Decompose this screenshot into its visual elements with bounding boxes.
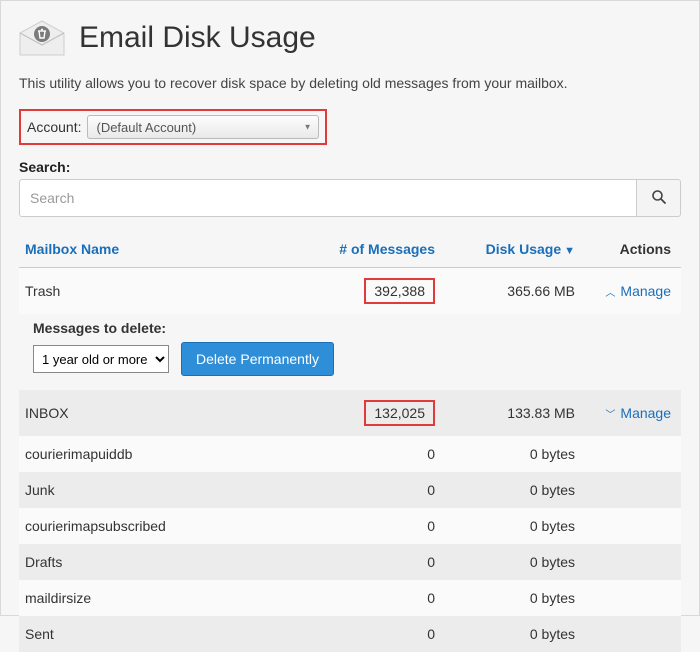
table-header: Mailbox Name # of Messages Disk Usage▼ A… <box>19 233 681 268</box>
cell-disk-usage: 0 bytes <box>435 518 575 534</box>
cell-mailbox-name: courierimapuiddb <box>25 446 315 462</box>
cell-disk-usage: 0 bytes <box>435 626 575 642</box>
account-selector-row: Account: (Default Account) ▼ <box>19 109 327 145</box>
chevron-down-icon: ﹀ <box>605 406 615 421</box>
col-actions: Actions <box>575 241 675 257</box>
cell-actions: ﹀ Manage <box>575 405 675 422</box>
account-label: Account: <box>27 119 81 135</box>
cell-messages: 0 <box>315 482 435 498</box>
cell-messages: 0 <box>315 518 435 534</box>
col-mailbox-name[interactable]: Mailbox Name <box>25 241 315 257</box>
col-disk-usage[interactable]: Disk Usage▼ <box>435 241 575 257</box>
cell-disk-usage: 133.83 MB <box>435 405 575 421</box>
cell-messages: 0 <box>315 590 435 606</box>
cell-disk-usage: 365.66 MB <box>435 283 575 299</box>
cell-disk-usage: 0 bytes <box>435 554 575 570</box>
chevron-down-icon: ▼ <box>304 123 312 132</box>
table-row: courierimapuiddb00 bytes <box>19 436 681 472</box>
cell-mailbox-name: Junk <box>25 482 315 498</box>
table-row: courierimapsubscribed00 bytes <box>19 508 681 544</box>
account-select[interactable]: (Default Account) ▼ <box>87 115 319 139</box>
cell-messages: 0 <box>315 626 435 642</box>
delete-panel: Messages to delete: 1 year old or more Del… <box>19 314 681 390</box>
cell-mailbox-name: Drafts <box>25 554 315 570</box>
manage-label: Manage <box>620 405 671 421</box>
envelope-trash-icon <box>19 19 65 57</box>
search-input[interactable] <box>19 179 637 217</box>
table-row: INBOX 132,025133.83 MB ﹀ Manage <box>19 390 681 436</box>
col-messages[interactable]: # of Messages <box>315 241 435 257</box>
sort-indicator-icon: ▼ <box>564 245 575 257</box>
delete-panel-label: Messages to delete: <box>33 320 675 336</box>
manage-link[interactable]: ﹀ Manage <box>575 405 671 421</box>
delete-permanently-button[interactable]: Delete Permanently <box>181 342 334 376</box>
cell-mailbox-name: maildirsize <box>25 590 315 606</box>
search-button[interactable] <box>637 179 681 217</box>
table-row: Drafts00 bytes <box>19 544 681 580</box>
manage-link[interactable]: ︿ Manage <box>575 283 671 299</box>
cell-messages: 0 <box>315 446 435 462</box>
intro-text: This utility allows you to recover disk … <box>19 75 681 91</box>
cell-mailbox-name: Trash <box>25 283 315 299</box>
table-row: Junk00 bytes <box>19 472 681 508</box>
mailbox-table: Mailbox Name # of Messages Disk Usage▼ A… <box>19 233 681 652</box>
cell-mailbox-name: INBOX <box>25 405 315 421</box>
search-row <box>19 179 681 217</box>
cell-disk-usage: 0 bytes <box>435 482 575 498</box>
highlight-badge: 392,388 <box>364 278 435 304</box>
cell-disk-usage: 0 bytes <box>435 446 575 462</box>
table-row: Sent00 bytes <box>19 616 681 652</box>
cell-mailbox-name: courierimapsubscribed <box>25 518 315 534</box>
table-row: Trash 392,388365.66 MB ︿ Manage <box>19 268 681 314</box>
table-row: maildirsize00 bytes <box>19 580 681 616</box>
cell-messages: 0 <box>315 554 435 570</box>
cell-mailbox-name: Sent <box>25 626 315 642</box>
chevron-up-icon: ︿ <box>605 284 615 299</box>
manage-label: Manage <box>620 283 671 299</box>
highlight-badge: 132,025 <box>364 400 435 426</box>
cell-messages: 392,388 <box>315 278 435 304</box>
page-title: Email Disk Usage <box>79 21 316 55</box>
account-select-value: (Default Account) <box>96 120 196 135</box>
page-header: Email Disk Usage <box>19 19 681 57</box>
delete-age-select[interactable]: 1 year old or more <box>33 345 169 373</box>
cell-actions: ︿ Manage <box>575 283 675 300</box>
search-icon <box>651 189 667 208</box>
cell-disk-usage: 0 bytes <box>435 590 575 606</box>
cell-messages: 132,025 <box>315 400 435 426</box>
search-label: Search: <box>19 159 681 175</box>
